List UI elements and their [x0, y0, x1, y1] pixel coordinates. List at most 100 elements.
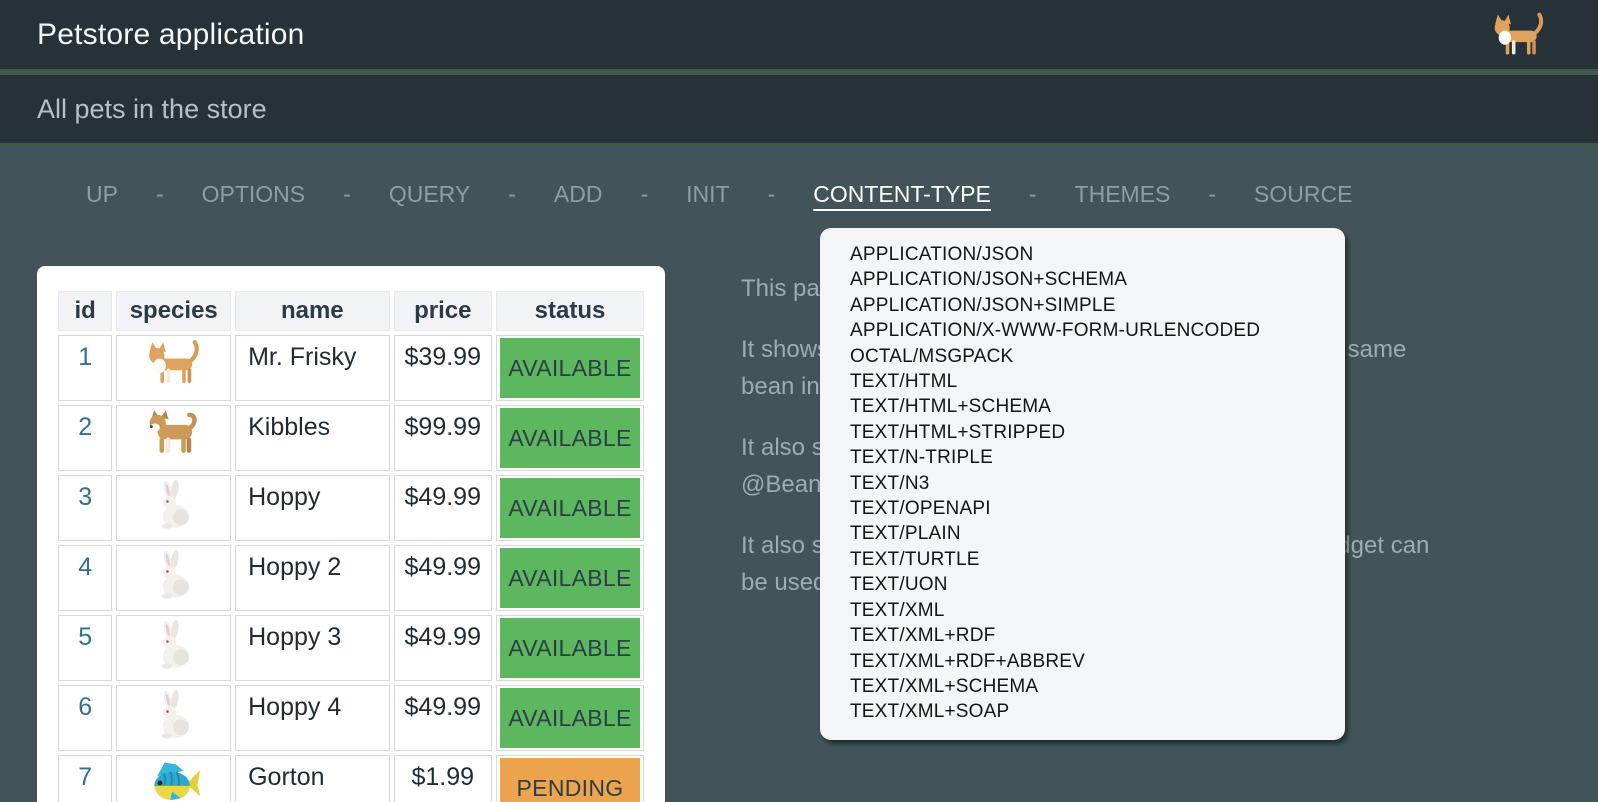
column-header-name: name [235, 291, 389, 331]
petstore-page: Petstore application All pets in the sto… [0, 0, 1598, 802]
status-badge: AVAILABLE [500, 478, 640, 538]
menu-item-application-json[interactable]: APPLICATION/JSON [850, 242, 1345, 267]
nav-item-source[interactable]: SOURCE [1254, 181, 1352, 208]
column-header-id: id [58, 291, 112, 331]
pet-id-link[interactable]: 7 [78, 763, 92, 791]
pets-table-header-row: idspeciesnamepricestatus [58, 291, 644, 331]
pet-price-cell: $1.99 [394, 755, 492, 802]
pet-id-cell: 5 [58, 615, 112, 681]
nav-item-up[interactable]: UP [86, 181, 118, 208]
nav-item-themes[interactable]: THEMES [1075, 181, 1171, 208]
menu-item-text-xml-rdf-abbrev[interactable]: TEXT/XML+RDF+ABBREV [850, 649, 1345, 674]
pet-species-cell [116, 405, 231, 471]
menu-item-text-html-schema[interactable]: TEXT/HTML+SCHEMA [850, 394, 1345, 419]
pet-id-link[interactable]: 4 [78, 553, 92, 581]
table-row: 6 Hoppy 4$49.99AVAILABLE [58, 685, 644, 751]
pet-status-cell: AVAILABLE [496, 685, 644, 751]
nav-item-options[interactable]: OPTIONS [202, 181, 306, 208]
nav-item-add[interactable]: ADD [554, 181, 603, 208]
nav-separator: - [1029, 181, 1037, 208]
status-badge: AVAILABLE [500, 338, 640, 398]
table-row: 2 Kibbles$99.99AVAILABLE [58, 405, 644, 471]
pet-name-cell: Gorton [235, 755, 389, 802]
pet-species-cell [116, 475, 231, 541]
pet-name-cell: Mr. Frisky [235, 335, 389, 401]
cat-icon [145, 338, 203, 388]
dog-icon [145, 408, 203, 458]
pet-id-link[interactable]: 3 [78, 483, 92, 511]
nav-item-query[interactable]: QUERY [389, 181, 470, 208]
rabbit-icon [146, 478, 202, 532]
header-bar: Petstore application [0, 0, 1598, 72]
column-header-species: species [116, 291, 231, 331]
menu-item-text-plain[interactable]: TEXT/PLAIN [850, 521, 1345, 546]
content-type-menu: APPLICATION/JSONAPPLICATION/JSON+SCHEMAA… [820, 228, 1345, 740]
subheader-bar: All pets in the store [0, 75, 1598, 146]
fish-icon [144, 758, 204, 802]
status-badge: AVAILABLE [500, 618, 640, 678]
pet-species-cell [116, 335, 231, 401]
table-row: 3 Hoppy$49.99AVAILABLE [58, 475, 644, 541]
rabbit-icon [146, 548, 202, 602]
menu-item-text-n3[interactable]: TEXT/N3 [850, 471, 1345, 496]
pets-table-body: 1 Mr. Frisky$39.99AVAILABLE2 Kibbles$99.… [58, 335, 644, 802]
pet-id-link[interactable]: 6 [78, 693, 92, 721]
nav-separator: - [768, 181, 776, 208]
menu-item-octal-msgpack[interactable]: OCTAL/MSGPACK [850, 344, 1345, 369]
menu-item-application-x-www-form-urlencoded[interactable]: APPLICATION/X-WWW-FORM-URLENCODED [850, 318, 1345, 343]
pet-status-cell: AVAILABLE [496, 475, 644, 541]
menu-item-text-uon[interactable]: TEXT/UON [850, 572, 1345, 597]
nav-item-init[interactable]: INIT [686, 181, 729, 208]
menu-item-application-json-simple[interactable]: APPLICATION/JSON+SIMPLE [850, 293, 1345, 318]
pet-species-cell [116, 755, 231, 802]
pet-name-cell: Hoppy 2 [235, 545, 389, 611]
rabbit-icon [146, 618, 202, 672]
column-header-status: status [496, 291, 644, 331]
pet-id-link[interactable]: 2 [78, 413, 92, 441]
nav-separator: - [1208, 181, 1216, 208]
menu-item-application-json-schema[interactable]: APPLICATION/JSON+SCHEMA [850, 267, 1345, 292]
pet-price-cell: $49.99 [394, 685, 492, 751]
nav-item-content-type[interactable]: CONTENT-TYPE [813, 181, 991, 208]
menu-item-text-n-triple[interactable]: TEXT/N-TRIPLE [850, 445, 1345, 470]
pet-id-cell: 7 [58, 755, 112, 802]
pet-id-link[interactable]: 1 [78, 343, 92, 371]
menu-item-text-xml-soap[interactable]: TEXT/XML+SOAP [850, 699, 1345, 724]
nav: UP - OPTIONS - QUERY - ADD - INIT - CONTENT-TYPE - T… [86, 181, 1352, 208]
status-badge: AVAILABLE [500, 548, 640, 608]
menu-item-text-xml-schema[interactable]: TEXT/XML+SCHEMA [850, 674, 1345, 699]
menu-item-text-html[interactable]: TEXT/HTML [850, 369, 1345, 394]
menu-item-text-xml[interactable]: TEXT/XML [850, 598, 1345, 623]
nav-separator: - [640, 181, 648, 208]
menu-item-text-html-stripped[interactable]: TEXT/HTML+STRIPPED [850, 420, 1345, 445]
pet-name-cell: Hoppy 3 [235, 615, 389, 681]
table-row: 1 Mr. Frisky$39.99AVAILABLE [58, 335, 644, 401]
cat-icon [1490, 12, 1548, 58]
pet-id-cell: 2 [58, 405, 112, 471]
pet-id-cell: 1 [58, 335, 112, 401]
menu-item-text-openapi[interactable]: TEXT/OPENAPI [850, 496, 1345, 521]
table-row: 5 Hoppy 3$49.99AVAILABLE [58, 615, 644, 681]
pet-status-cell: AVAILABLE [496, 545, 644, 611]
pet-price-cell: $49.99 [394, 545, 492, 611]
page-subtitle: All pets in the store [37, 94, 267, 125]
pet-status-cell: PENDING [496, 755, 644, 802]
menu-item-text-turtle[interactable]: TEXT/TURTLE [850, 547, 1345, 572]
nav-separator: - [343, 181, 351, 208]
menu-item-text-xml-rdf[interactable]: TEXT/XML+RDF [850, 623, 1345, 648]
table-row: 7 Gorton$1.99PENDING [58, 755, 644, 802]
nav-separator: - [508, 181, 516, 208]
pet-species-cell [116, 685, 231, 751]
pet-price-cell: $39.99 [394, 335, 492, 401]
column-header-price: price [394, 291, 492, 331]
pets-card: idspeciesnamepricestatus 1 Mr. Frisky$39… [37, 266, 665, 802]
pet-price-cell: $49.99 [394, 475, 492, 541]
pet-price-cell: $99.99 [394, 405, 492, 471]
pet-name-cell: Hoppy [235, 475, 389, 541]
pet-name-cell: Kibbles [235, 405, 389, 471]
status-badge: AVAILABLE [500, 408, 640, 468]
pets-table: idspeciesnamepricestatus 1 Mr. Frisky$39… [54, 287, 648, 802]
pet-id-cell: 3 [58, 475, 112, 541]
pet-id-link[interactable]: 5 [78, 623, 92, 651]
status-badge: AVAILABLE [500, 688, 640, 748]
